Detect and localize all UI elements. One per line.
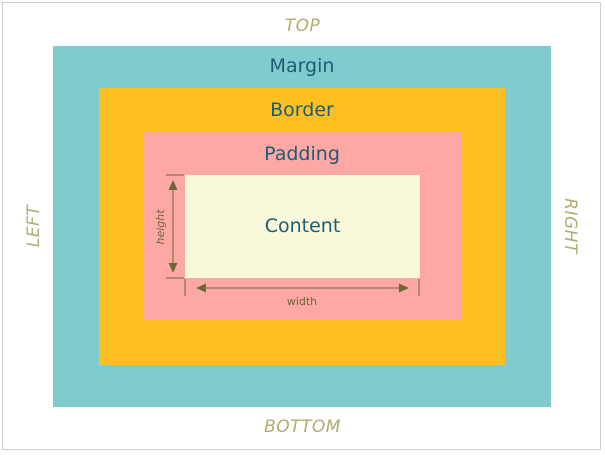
width-arrowhead-right-icon	[399, 283, 409, 293]
height-arrowhead-up-icon	[168, 180, 178, 190]
height-arrowhead-down-icon	[168, 263, 178, 273]
height-label: height	[154, 209, 167, 245]
width-arrowhead-left-icon	[196, 283, 206, 293]
height-dimension	[166, 174, 184, 279]
width-dimension	[184, 279, 420, 296]
dimension-annotations: height width	[154, 174, 420, 308]
width-label: width	[287, 295, 317, 308]
